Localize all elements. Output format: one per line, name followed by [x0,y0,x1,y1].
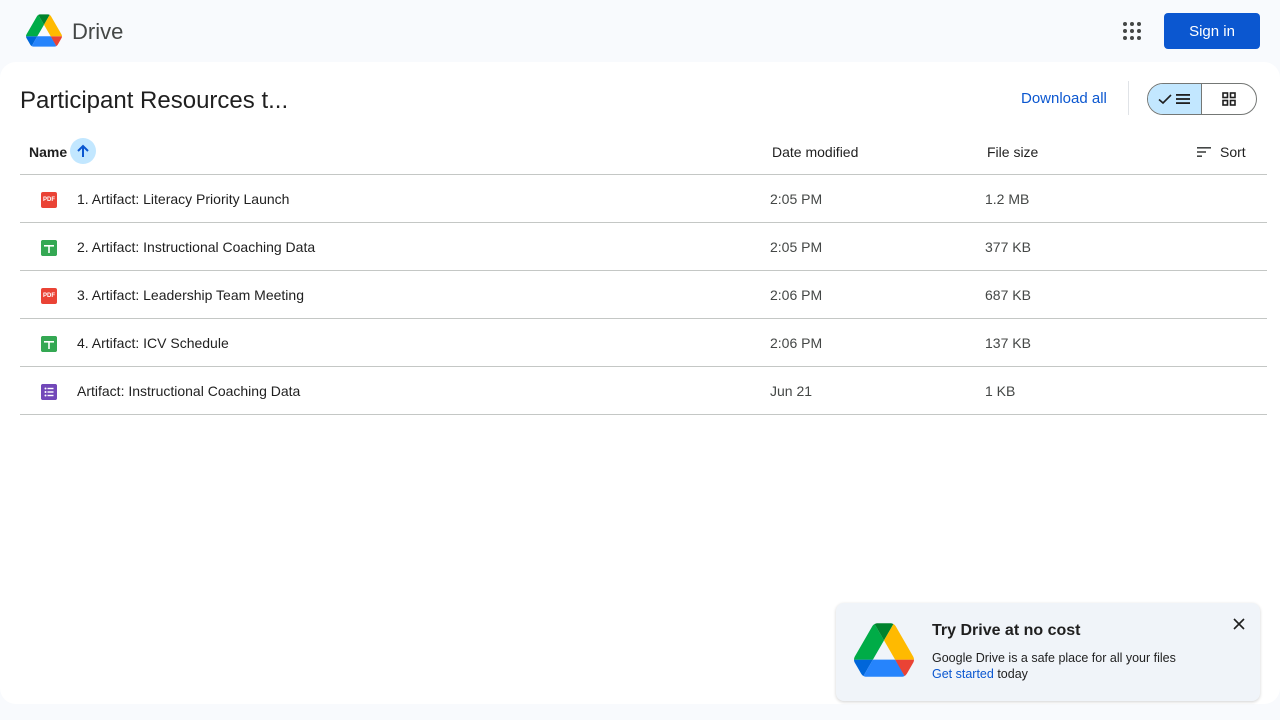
sheets-icon [41,240,57,256]
arrow-up-icon [77,144,89,157]
column-header-date-modified[interactable]: Date modified [772,144,858,160]
table-header: Name Date modified File size Sort [20,136,1267,175]
sort-icon [1197,147,1211,157]
pdf-icon: PDF [41,192,57,208]
file-name[interactable]: Artifact: Instructional Coaching Data [77,383,300,399]
table-row[interactable]: 4. Artifact: ICV Schedule 2:06 PM 137 KB [20,319,1267,367]
file-size: 1.2 MB [985,191,1030,207]
table-row[interactable]: PDF 3. Artifact: Leadership Team Meeting… [20,271,1267,319]
file-date: 2:06 PM [770,335,823,351]
sheets-icon [41,336,57,352]
file-date: 2:05 PM [770,191,823,207]
pdf-icon: PDF [41,288,57,304]
file-date: 2:05 PM [770,239,823,255]
table-row[interactable]: Artifact: Instructional Coaching Data Ju… [20,367,1267,415]
promo-body: Google Drive is a safe place for all you… [932,650,1176,682]
sort-button[interactable]: Sort [1196,140,1246,164]
brand-name[interactable]: Drive [72,19,123,45]
file-name[interactable]: 2. Artifact: Instructional Coaching Data [77,239,315,255]
close-icon [1233,618,1245,630]
top-bar: Drive Sign in [0,0,1280,62]
file-date: Jun 21 [770,383,813,399]
get-started-link[interactable]: Get started [932,667,994,681]
download-all-button[interactable]: Download all [1021,90,1107,107]
close-promo-button[interactable] [1230,615,1248,633]
promo-cta-line: Get started today [932,666,1176,682]
toolbar-divider [1128,81,1129,115]
file-name[interactable]: 4. Artifact: ICV Schedule [77,335,229,351]
table-row[interactable]: 2. Artifact: Instructional Coaching Data… [20,223,1267,271]
forms-icon [41,384,57,400]
file-size: 687 KB [985,287,1031,303]
file-size: 377 KB [985,239,1031,255]
file-date: 2:06 PM [770,287,823,303]
check-icon [1158,94,1172,105]
drive-logo-icon [854,623,914,677]
table-row[interactable]: PDF 1. Artifact: Literacy Priority Launc… [20,175,1267,223]
grid-view-icon [1222,92,1236,106]
promo-card: Try Drive at no cost Google Drive is a s… [836,603,1260,701]
list-view-icon [1176,94,1190,104]
promo-title: Try Drive at no cost [932,622,1081,639]
view-toggle [1147,83,1257,115]
page-title: Participant Resources t... [20,87,289,114]
promo-cta-suffix: today [993,667,1028,681]
file-list: PDF 1. Artifact: Literacy Priority Launc… [20,175,1267,415]
file-size: 1 KB [985,383,1016,399]
file-size: 137 KB [985,335,1031,351]
file-name[interactable]: 1. Artifact: Literacy Priority Launch [77,191,289,207]
promo-description: Google Drive is a safe place for all you… [932,651,1176,665]
sign-in-button[interactable]: Sign in [1164,13,1260,49]
apps-grid-icon[interactable] [1120,19,1144,43]
column-header-file-size[interactable]: File size [987,144,1038,160]
sort-label: Sort [1220,144,1246,160]
list-view-button[interactable] [1148,84,1203,114]
column-header-name[interactable]: Name [29,144,67,160]
drive-logo-icon[interactable] [26,14,62,47]
file-name[interactable]: 3. Artifact: Leadership Team Meeting [77,287,304,303]
grid-view-button[interactable] [1202,84,1256,114]
sort-direction-button[interactable] [70,138,96,164]
